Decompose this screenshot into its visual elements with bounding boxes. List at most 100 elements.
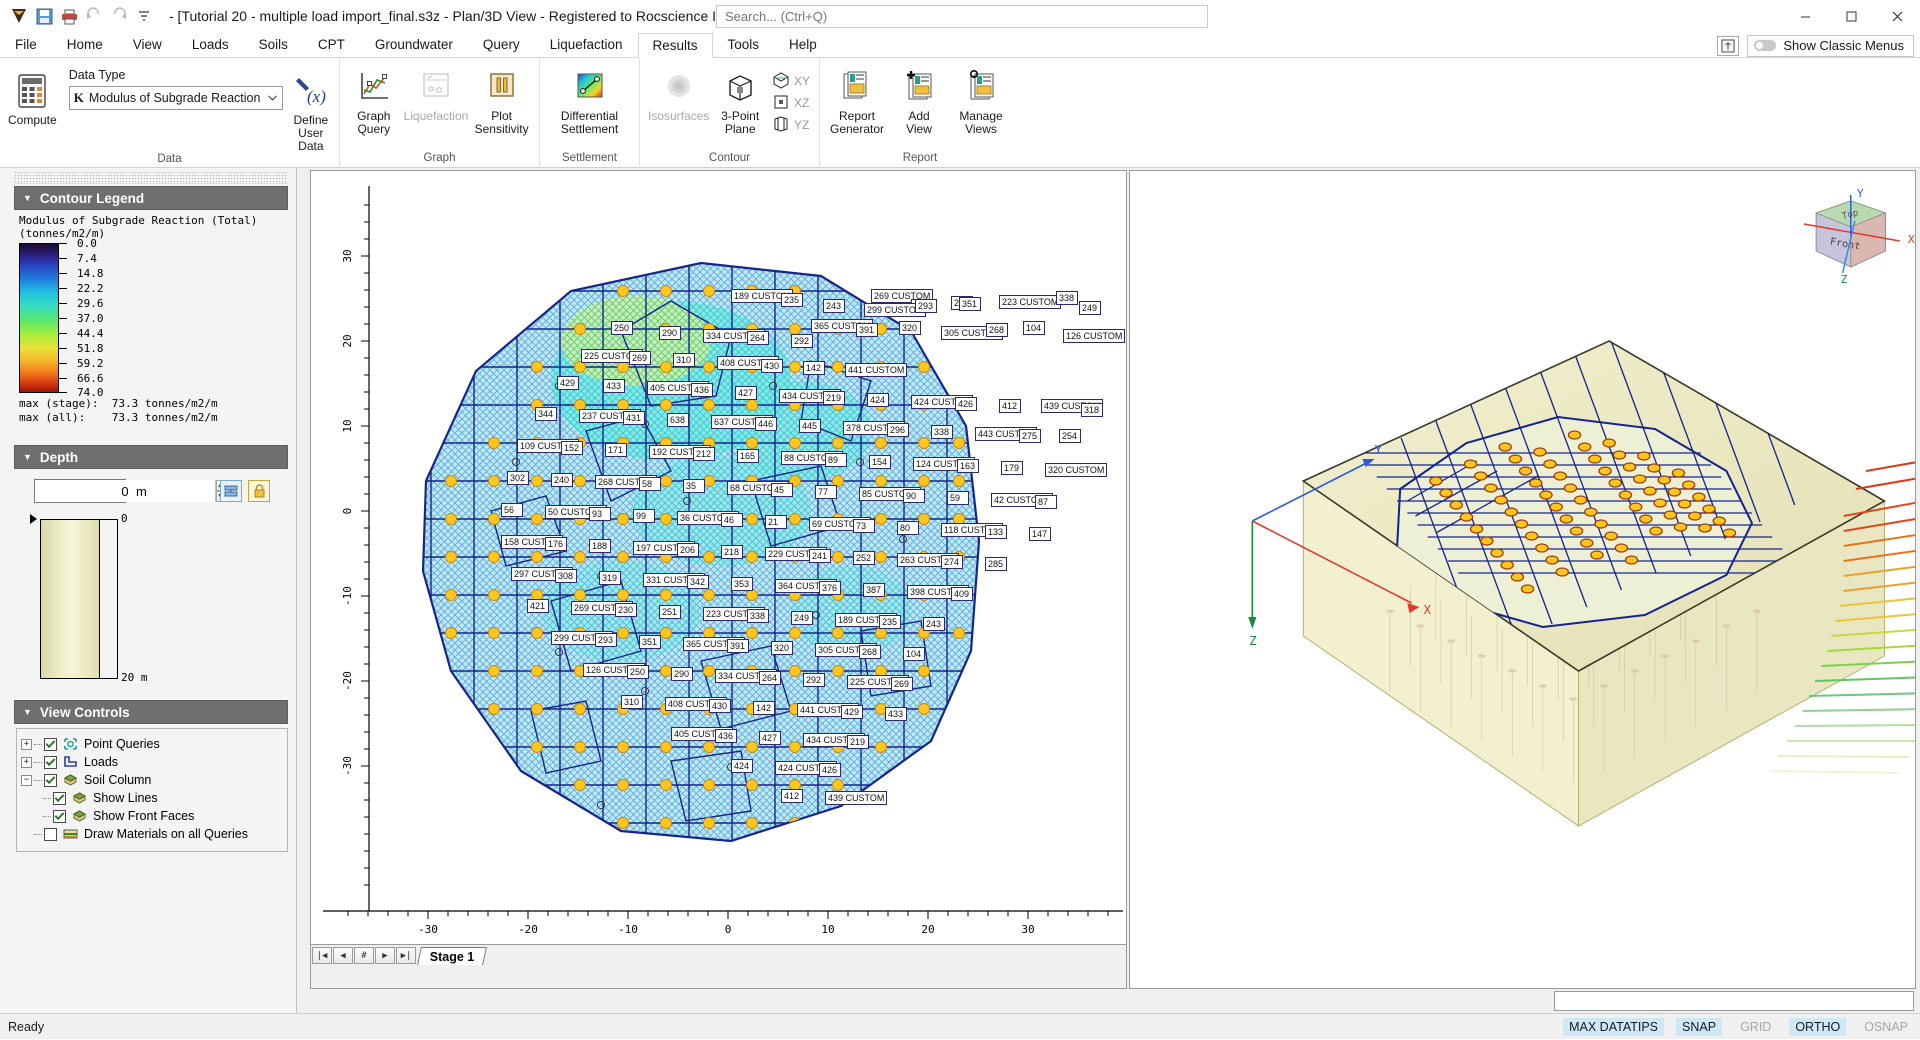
differential-settlement-button[interactable]: Differential Settlement bbox=[546, 64, 633, 136]
stage-tab-stage-1[interactable]: Stage 1 bbox=[417, 947, 487, 965]
tree-item-show-lines[interactable]: Show Lines bbox=[21, 789, 283, 807]
tab-file[interactable]: File bbox=[0, 32, 52, 57]
depth-lock-button[interactable] bbox=[248, 480, 270, 502]
plane-buttons: XY XZ YZ bbox=[769, 64, 813, 136]
report-generator-button[interactable]: Report Generator bbox=[826, 64, 888, 136]
tab-help[interactable]: Help bbox=[774, 32, 832, 57]
depth-title: Depth bbox=[40, 450, 78, 465]
tab-results[interactable]: Results bbox=[638, 33, 713, 58]
plan-view-viewport[interactable]: 30 20 10 0 -10 -20 -30 bbox=[310, 170, 1127, 989]
save-icon[interactable] bbox=[33, 5, 55, 27]
depth-panel: ▼ Depth ▲ ▼ m bbox=[14, 445, 288, 694]
tree-item-soil-column[interactable]: − Soil Column bbox=[21, 771, 283, 789]
plane-yz-button[interactable]: YZ bbox=[769, 114, 813, 136]
svg-text:20: 20 bbox=[921, 923, 934, 936]
isosurfaces-button[interactable]: Isosurfaces bbox=[646, 64, 711, 123]
tab-view[interactable]: View bbox=[118, 32, 177, 57]
tree-item-show-front-faces[interactable]: Show Front Faces bbox=[21, 807, 283, 825]
redo-icon[interactable] bbox=[108, 5, 130, 27]
liquefaction-button[interactable]: Liquefaction bbox=[402, 64, 471, 123]
sidebar-drag-grip[interactable] bbox=[14, 172, 288, 184]
chevron-down-icon[interactable] bbox=[264, 93, 282, 103]
command-input[interactable] bbox=[1554, 991, 1914, 1011]
three-d-view-viewport[interactable]: Top Front X Y Z bbox=[1129, 170, 1916, 989]
customize-qat-icon[interactable] bbox=[133, 5, 155, 27]
tab-groundwater[interactable]: Groundwater bbox=[360, 32, 468, 57]
tab-cpt[interactable]: CPT bbox=[303, 32, 360, 57]
status-badge-snap[interactable]: SNAP bbox=[1676, 1018, 1722, 1036]
depth-stepper[interactable]: ▲ ▼ bbox=[34, 479, 126, 503]
depth-header[interactable]: ▼ Depth bbox=[14, 445, 288, 469]
undo-icon[interactable] bbox=[83, 5, 105, 27]
svg-text:-20: -20 bbox=[341, 671, 354, 691]
data-type-value: Modulus of Subgrade Reaction ( bbox=[89, 91, 264, 105]
view-controls-header[interactable]: ▼ View Controls bbox=[14, 700, 288, 724]
tree-item-loads[interactable]: + Loads bbox=[21, 753, 283, 771]
report-icon bbox=[839, 67, 875, 107]
prev-stage-button[interactable]: ◀ bbox=[333, 947, 353, 964]
plot-sensitivity-button[interactable]: Plot Sensitivity bbox=[470, 64, 533, 136]
add-view-button[interactable]: Add View bbox=[888, 64, 950, 136]
print-icon[interactable] bbox=[58, 5, 80, 27]
next-stage-button[interactable]: ▶ bbox=[375, 947, 395, 964]
plane-xy-button[interactable]: XY bbox=[769, 70, 813, 92]
checkbox-point-queries[interactable] bbox=[44, 738, 57, 751]
maximize-button[interactable] bbox=[1828, 0, 1874, 33]
define-user-data-button[interactable]: (x) Define User Data bbox=[289, 68, 333, 153]
close-button[interactable] bbox=[1874, 0, 1920, 33]
checkbox-draw-materials[interactable] bbox=[44, 828, 57, 841]
tree-label: Loads bbox=[84, 755, 118, 769]
first-stage-button[interactable]: |◀ bbox=[312, 947, 332, 964]
checkbox-soil-column[interactable] bbox=[44, 774, 57, 787]
minimize-button[interactable] bbox=[1782, 0, 1828, 33]
expand-icon[interactable]: + bbox=[21, 739, 32, 750]
three-point-plane-button[interactable]: 3-Point Plane bbox=[711, 64, 769, 136]
tree-item-draw-materials[interactable]: Draw Materials on all Queries bbox=[21, 825, 283, 843]
compute-button[interactable]: Compute bbox=[6, 68, 59, 127]
graph-query-button[interactable]: Graph Query bbox=[346, 64, 402, 136]
show-classic-menus-toggle[interactable]: Show Classic Menus bbox=[1747, 35, 1914, 57]
status-badge-max-datatips[interactable]: MAX DATATIPS bbox=[1563, 1018, 1664, 1036]
legend-tick-value: 59.2 bbox=[77, 357, 104, 370]
tab-tools[interactable]: Tools bbox=[713, 32, 775, 57]
tab-query[interactable]: Query bbox=[468, 32, 535, 57]
status-message: Ready bbox=[8, 1020, 44, 1034]
checkbox-show-lines[interactable] bbox=[53, 792, 66, 805]
status-badge-ortho[interactable]: ORTHO bbox=[1789, 1018, 1846, 1036]
checkbox-loads[interactable] bbox=[44, 756, 57, 769]
contour-legend-body: Modulus of Subgrade Reaction (Total) (to… bbox=[14, 210, 288, 431]
legend-color-bar bbox=[19, 243, 59, 393]
tab-liquefaction[interactable]: Liquefaction bbox=[535, 32, 638, 57]
manage-views-button[interactable]: Manage Views bbox=[950, 64, 1012, 136]
cube-y-label: Y bbox=[1857, 187, 1864, 200]
expand-icon[interactable]: + bbox=[21, 757, 32, 768]
tab-loads[interactable]: Loads bbox=[177, 32, 244, 57]
stage-number-button[interactable]: # bbox=[354, 947, 374, 964]
status-badge-osnap[interactable]: OSNAP bbox=[1858, 1018, 1914, 1036]
status-badge-grid[interactable]: GRID bbox=[1734, 1018, 1777, 1036]
tab-home[interactable]: Home bbox=[52, 32, 118, 57]
soil-depth-bracket bbox=[100, 519, 118, 679]
data-type-combobox[interactable]: K Modulus of Subgrade Reaction ( bbox=[69, 86, 283, 110]
toggle-switch-icon[interactable] bbox=[1754, 40, 1776, 51]
three-point-plane-label: 3-Point Plane bbox=[721, 110, 759, 136]
depth-input-row: ▲ ▼ m bbox=[16, 473, 286, 503]
tree-item-point-queries[interactable]: + Point Queries bbox=[21, 735, 283, 753]
contour-legend-header[interactable]: ▼ Contour Legend bbox=[14, 186, 288, 210]
legend-max-all: max (all): 73.3 tonnes/m2/m bbox=[19, 411, 286, 425]
stage-tab-label: Stage 1 bbox=[430, 950, 474, 964]
collapse-ribbon-icon[interactable] bbox=[1717, 36, 1739, 56]
depth-sync-button[interactable] bbox=[220, 480, 242, 502]
depth-input[interactable] bbox=[35, 480, 215, 502]
collapse-icon[interactable]: − bbox=[21, 775, 32, 786]
search-input[interactable] bbox=[716, 5, 1208, 28]
ribbon-group-graph-title: Graph bbox=[342, 152, 537, 168]
app-logo-icon[interactable] bbox=[8, 5, 30, 27]
calculator-icon bbox=[14, 71, 50, 111]
depth-slider-handle[interactable] bbox=[30, 514, 37, 524]
checkbox-show-front-faces[interactable] bbox=[53, 810, 66, 823]
plane-xz-button[interactable]: XZ bbox=[769, 92, 813, 114]
last-stage-button[interactable]: ▶| bbox=[396, 947, 416, 964]
define-user-data-label: Define User Data bbox=[291, 114, 331, 153]
tab-soils[interactable]: Soils bbox=[244, 32, 303, 57]
